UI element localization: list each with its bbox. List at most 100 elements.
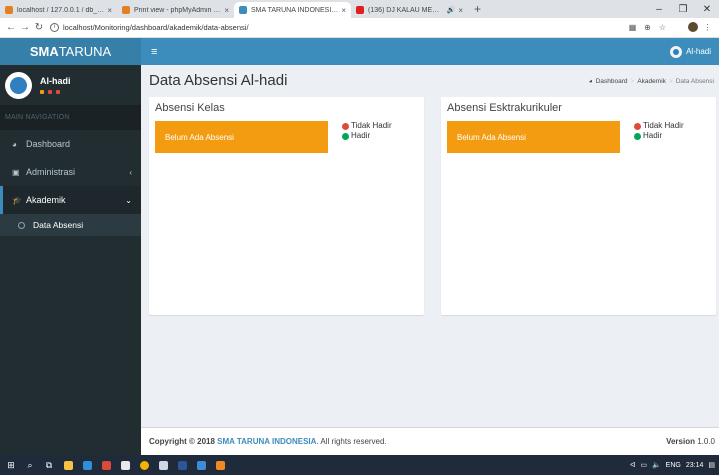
- clock[interactable]: 23:14: [686, 462, 704, 469]
- chevron-left-icon: ‹: [129, 167, 132, 177]
- sidebar-item-label: Akademik: [26, 195, 66, 205]
- version-text: Version 1.0.0: [666, 437, 715, 446]
- sidebar-item-label: Dashboard: [26, 139, 71, 149]
- task-view-icon[interactable]: ⧉: [41, 459, 57, 471]
- edge-icon[interactable]: [79, 459, 95, 471]
- minimize-button[interactable]: –: [647, 4, 671, 15]
- sublime-icon[interactable]: [212, 459, 228, 471]
- breadcrumb-separator: >: [668, 78, 673, 85]
- sidebar-subitem-label: Data Absensi: [33, 220, 84, 230]
- absensi-kelas-box: Absensi Kelas Belum Ada Absensi Tidak Ha…: [149, 97, 424, 315]
- forward-arrow-icon[interactable]: →: [18, 22, 32, 33]
- breadcrumb-dashboard[interactable]: Dashboard: [596, 78, 628, 85]
- logo-rest: TARUNA: [58, 44, 112, 59]
- url-text[interactable]: localhost/Monitoring/dashboard/akademik/…: [63, 23, 249, 32]
- site-info-icon[interactable]: i: [50, 23, 59, 32]
- status-dot-icon: [56, 90, 60, 94]
- language-indicator[interactable]: ENG: [666, 462, 681, 469]
- no-attendance-callout: Belum Ada Absensi: [155, 121, 328, 153]
- tab-title: localhost / 127.0.0.1 / db_monito: [17, 6, 104, 14]
- mail-icon[interactable]: [155, 459, 171, 471]
- legend-label: Hadir: [351, 131, 371, 140]
- store-icon[interactable]: [117, 459, 133, 471]
- system-tray: ᐊ ▭ 🔈 ENG 23:14 ▤: [630, 455, 715, 475]
- sidebar-item-dashboard[interactable]: ◕ Dashboard: [0, 130, 141, 158]
- audio-playing-icon[interactable]: 🔊: [447, 6, 456, 14]
- admin-icon: ▣: [12, 167, 20, 177]
- version-number: 1.0.0: [697, 437, 715, 446]
- legend-label: Hadir: [643, 131, 663, 140]
- word-icon[interactable]: [174, 459, 190, 471]
- sidebar-item-administrasi[interactable]: ▣ Administrasi ‹: [0, 158, 141, 186]
- page-footer: Copyright © 2018 SMA TARUNA INDONESIA. A…: [141, 427, 719, 455]
- browser-tab-youtube[interactable]: (136) DJ KALAU MEMANG C 🔊 ×: [351, 2, 468, 18]
- bookmark-star-icon[interactable]: ☆: [655, 23, 670, 32]
- reload-icon[interactable]: ↻: [32, 22, 46, 33]
- close-tab-icon[interactable]: ×: [458, 6, 463, 15]
- legend-dot-icon: [342, 122, 349, 130]
- chevron-down-icon: ⌄: [125, 195, 132, 205]
- app-logo[interactable]: SMA TARUNA: [0, 38, 141, 65]
- chart-legend: Tidak Hadir Hadir: [634, 121, 684, 141]
- search-icon[interactable]: ⌕: [22, 459, 38, 471]
- sidebar-subitem-data-absensi[interactable]: Data Absensi: [0, 214, 141, 236]
- close-tab-icon[interactable]: ×: [224, 6, 229, 15]
- tab-title: (136) DJ KALAU MEMANG C: [368, 6, 445, 14]
- chrome-icon[interactable]: [136, 459, 152, 471]
- dashboard-icon: ◕: [588, 78, 593, 85]
- legend-item-hadir: Hadir: [342, 131, 392, 141]
- browser-tab-sma-taruna[interactable]: SMA TARUNA INDONESIA | Al-h ×: [234, 2, 351, 18]
- zoom-icon[interactable]: ⊕: [640, 23, 655, 32]
- site-favicon-icon: [239, 6, 247, 14]
- user-menu-name: Al-hadi: [686, 47, 711, 56]
- people-icon[interactable]: ᐊ: [630, 461, 635, 469]
- vscode-icon[interactable]: [193, 459, 209, 471]
- box-title: Absensi Esktrakurikuler: [447, 102, 562, 114]
- new-tab-button[interactable]: +: [468, 2, 487, 18]
- battery-icon[interactable]: ▭: [640, 461, 647, 469]
- youtube-favicon-icon: [356, 6, 364, 14]
- user-menu[interactable]: Al-hadi: [670, 38, 711, 65]
- sidebar-item-akademik[interactable]: 🎓 Akademik ⌄: [0, 186, 141, 214]
- sidebar-user-panel: Al-hadi: [0, 65, 141, 105]
- close-tab-icon[interactable]: ×: [107, 6, 112, 15]
- breadcrumb: ◕ Dashboard > Akademik > Data Absensi: [589, 78, 714, 85]
- dashboard-icon: ◕: [12, 139, 17, 149]
- back-arrow-icon[interactable]: ←: [4, 22, 18, 33]
- browser-tab-print-view[interactable]: Print view - phpMyAdmin 4.8.0 ×: [117, 2, 234, 18]
- breadcrumb-current: Data Absensi: [675, 78, 714, 85]
- page-title: Data Absensi Al-hadi: [149, 72, 288, 89]
- footer-brand-link[interactable]: SMA TARUNA INDONESIA: [217, 437, 316, 446]
- translate-icon[interactable]: ▦: [625, 23, 640, 32]
- browser-menu-icon[interactable]: ⋮: [700, 23, 715, 32]
- tab-title: SMA TARUNA INDONESIA | Al-h: [251, 6, 338, 14]
- circle-icon: [18, 221, 25, 229]
- chart-legend: Tidak Hadir Hadir: [342, 121, 392, 141]
- volume-icon[interactable]: 🔈: [652, 461, 661, 469]
- tab-title: Print view - phpMyAdmin 4.8.0: [134, 6, 222, 14]
- file-explorer-icon[interactable]: [60, 459, 76, 471]
- content-header: Data Absensi Al-hadi ◕ Dashboard > Akade…: [149, 72, 714, 94]
- sidebar-toggle-icon[interactable]: ≡: [151, 46, 157, 58]
- legend-dot-icon: [634, 132, 641, 140]
- windows-start-icon[interactable]: ⊞: [3, 459, 19, 471]
- logo-bold: SMA: [29, 44, 59, 59]
- copyright-prefix: Copyright © 2018: [149, 437, 215, 446]
- copyright-suffix: . All rights reserved.: [316, 437, 387, 446]
- app-icon[interactable]: [98, 459, 114, 471]
- phpmyadmin-favicon-icon: [122, 6, 130, 14]
- profile-avatar-icon[interactable]: [685, 21, 700, 34]
- legend-label: Tidak Hadir: [351, 121, 392, 130]
- maximize-button[interactable]: ❐: [671, 4, 695, 15]
- breadcrumb-separator: >: [630, 78, 635, 85]
- close-window-button[interactable]: ✕: [695, 4, 719, 15]
- close-tab-icon[interactable]: ×: [341, 6, 346, 15]
- legend-item-tidak-hadir: Tidak Hadir: [342, 121, 392, 131]
- breadcrumb-akademik[interactable]: Akademik: [637, 78, 666, 85]
- address-bar: ← → ↻ i localhost/Monitoring/dashboard/a…: [0, 18, 719, 124]
- notification-icon[interactable]: ▤: [708, 461, 715, 469]
- browser-tab-phpmyadmin-db[interactable]: localhost / 127.0.0.1 / db_monito ×: [0, 2, 117, 18]
- user-status-icons: [40, 90, 71, 94]
- phpmyadmin-favicon-icon: [5, 6, 13, 14]
- url-field[interactable]: i localhost/Monitoring/dashboard/akademi…: [50, 20, 625, 35]
